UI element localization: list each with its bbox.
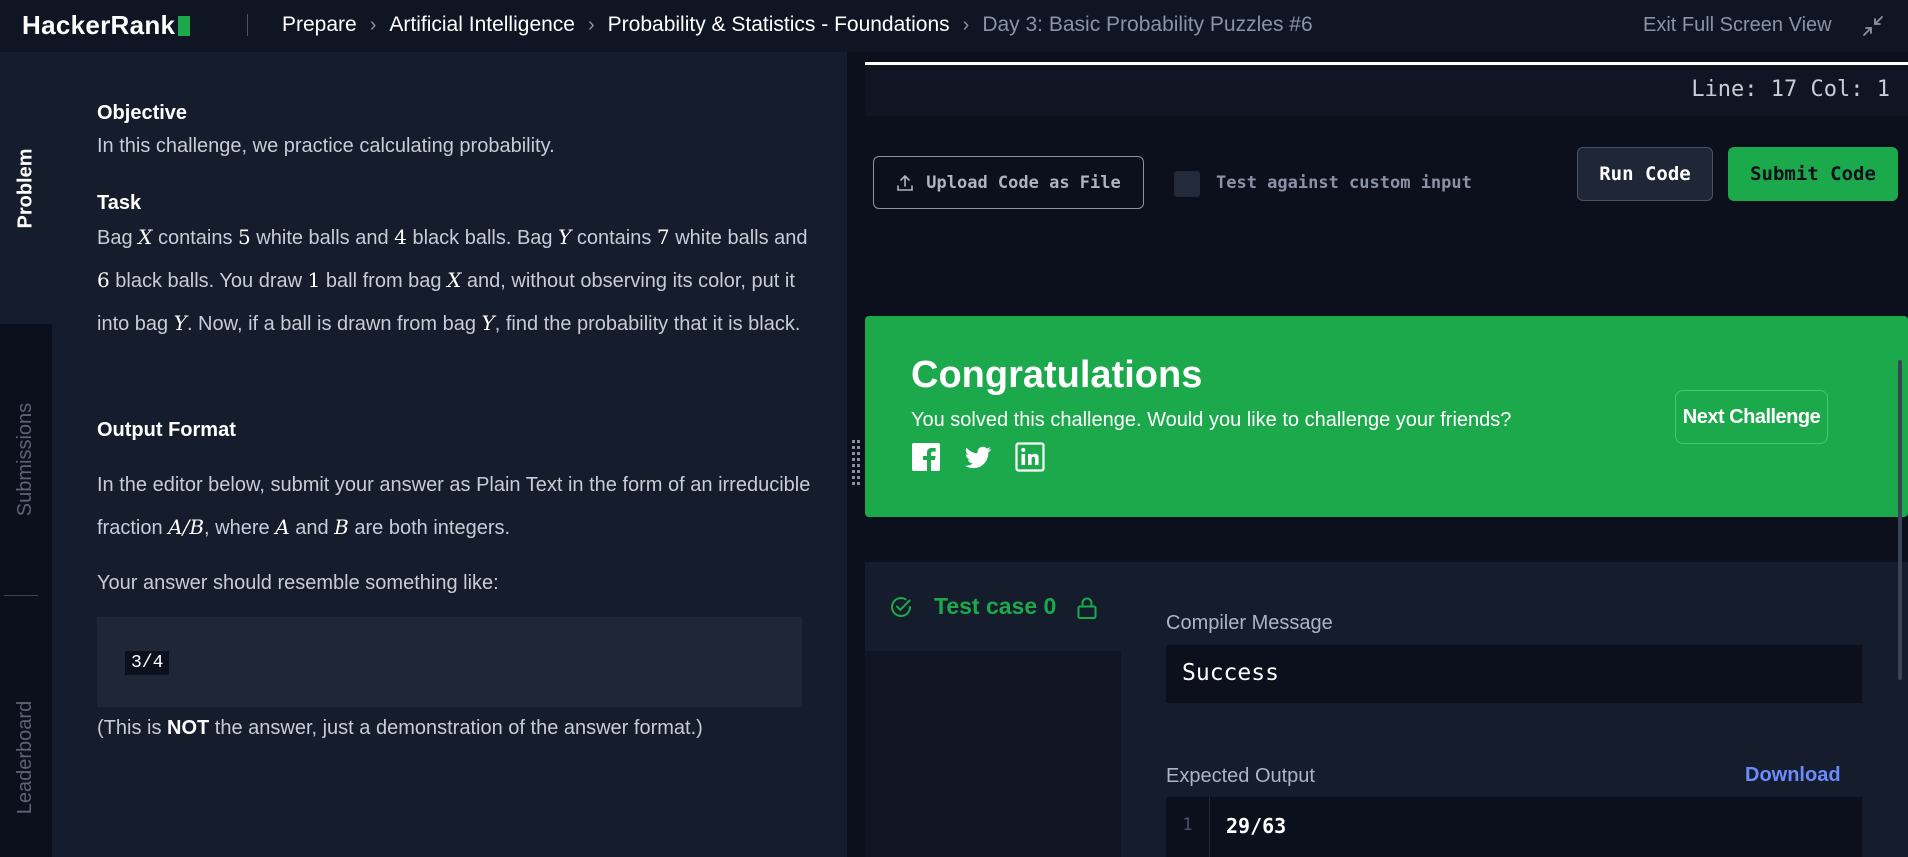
logo-square (178, 15, 191, 36)
social-share (911, 442, 1067, 472)
format-note: (This is NOT the answer, just a demonstr… (97, 717, 703, 739)
hackerrank-logo[interactable]: HackerRank (22, 10, 191, 41)
upload-code-button[interactable]: Upload Code as File (873, 156, 1144, 209)
top-bar: HackerRank Prepare › Artificial Intellig… (0, 0, 1908, 52)
task-heading: Task (97, 192, 142, 214)
test-case-label: Test case 0 (934, 593, 1057, 619)
check-circle-icon (891, 597, 911, 617)
tab-submissions-label: Submissions (14, 402, 37, 516)
expected-output-box: 1 29/63 (1166, 797, 1862, 857)
run-code-button[interactable]: Run Code (1577, 147, 1713, 201)
logo-text: HackerRank (22, 10, 176, 40)
congratulations-banner: Congratulations You solved this challeng… (865, 316, 1908, 517)
upload-icon (897, 174, 914, 191)
download-link[interactable]: Download (1745, 764, 1841, 787)
linkedin-icon[interactable] (1015, 442, 1045, 472)
tab-leaderboard[interactable]: Leaderboard (0, 662, 52, 852)
chevron-right-icon: › (587, 13, 595, 36)
output-text: In the editor below, submit your answer … (97, 474, 811, 539)
test-case-list: Test case 0 (865, 562, 1121, 857)
lock-icon (1077, 597, 1097, 619)
side-divider (4, 595, 38, 596)
output-heading: Output Format (97, 419, 236, 441)
compiler-message-box: Success (1166, 645, 1862, 703)
top-divider (247, 14, 248, 36)
chevron-right-icon: › (962, 13, 970, 36)
resemble-text: Your answer should resemble something li… (97, 572, 499, 594)
facebook-icon[interactable] (911, 442, 941, 472)
exit-fullscreen-link[interactable]: Exit Full Screen View (1643, 14, 1832, 37)
example-code-block: 3/4 (97, 617, 802, 707)
congrats-subtitle: You solved this challenge. Would you lik… (911, 409, 1512, 431)
custom-input-checkbox[interactable] (1174, 171, 1200, 197)
tab-submissions[interactable]: Submissions (0, 384, 52, 534)
test-case-item[interactable]: Test case 0 (865, 562, 1121, 651)
tab-leaderboard-label: Leaderboard (14, 700, 37, 814)
drag-handle-icon[interactable] (852, 440, 860, 486)
example-answer: 3/4 (125, 651, 170, 675)
compiler-message-label: Compiler Message (1166, 612, 1333, 634)
tab-problem-label: Problem (14, 147, 37, 229)
results-scrollbar[interactable] (1898, 360, 1902, 680)
line-col-indicator: Line: 17 Col: 1 (1691, 77, 1890, 102)
objective-text: In this challenge, we practice calculati… (97, 135, 555, 157)
breadcrumb-ai[interactable]: Artificial Intelligence (389, 13, 575, 37)
breadcrumb: Prepare › Artificial Intelligence › Prob… (282, 13, 1313, 37)
submit-code-button[interactable]: Submit Code (1728, 147, 1898, 201)
side-tabs: Problem Submissions Leaderboard (0, 52, 52, 857)
task-text: Bag X contains 5 white balls and 4 black… (97, 225, 808, 335)
twitter-icon[interactable] (963, 442, 993, 472)
collapse-icon[interactable] (1862, 15, 1884, 37)
chevron-right-icon: › (369, 13, 377, 36)
custom-input-label[interactable]: Test against custom input (1216, 173, 1472, 193)
expected-output-label: Expected Output (1166, 765, 1315, 787)
compiler-message-value: Success (1182, 660, 1279, 686)
breadcrumb-probability[interactable]: Probability & Statistics - Foundations (608, 13, 950, 37)
objective-heading: Objective (97, 102, 188, 124)
tab-problem[interactable]: Problem (0, 52, 52, 324)
breadcrumb-prepare[interactable]: Prepare (282, 13, 357, 37)
line-number: 1 (1166, 797, 1210, 857)
upload-code-label: Upload Code as File (926, 172, 1121, 193)
problem-panel: Objective In this challenge, we practice… (52, 52, 847, 857)
next-challenge-button[interactable]: Next Challenge (1675, 390, 1828, 444)
expected-output-value: 29/63 (1226, 814, 1287, 838)
editor-status-bar: Line: 17 Col: 1 (865, 62, 1908, 116)
breadcrumb-current: Day 3: Basic Probability Puzzles #6 (982, 13, 1313, 36)
congrats-title: Congratulations (911, 354, 1203, 396)
